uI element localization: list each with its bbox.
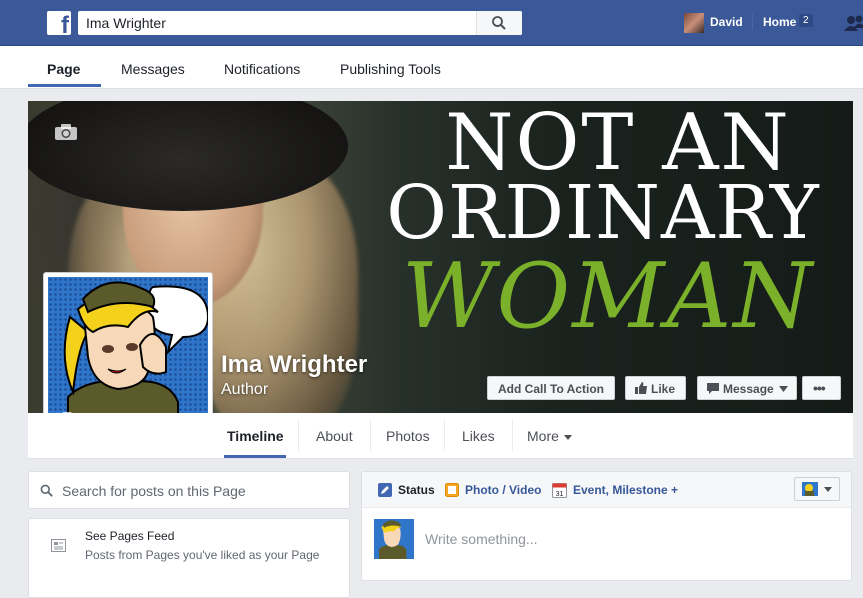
more-options-button[interactable]: ••• (802, 376, 841, 400)
search-icon (40, 484, 53, 497)
search-input[interactable]: Ima Wrighter (86, 15, 166, 31)
like-button[interactable]: Like (625, 376, 686, 400)
feed-icon (51, 539, 66, 552)
calendar-icon: 31 (552, 483, 567, 498)
tab-publishing-tools[interactable]: Publishing Tools (340, 61, 441, 77)
pages-feed-card[interactable]: See Pages Feed Posts from Pages you've l… (28, 518, 350, 598)
cover-title-line-2: ORDINARY (386, 170, 820, 256)
tab-status[interactable]: Status (398, 483, 435, 497)
tab-event-milestone[interactable]: Event, Milestone + (573, 483, 678, 497)
message-icon (707, 383, 719, 394)
friends-icon[interactable] (844, 15, 863, 31)
write-something-input[interactable]: Write something... (425, 531, 538, 547)
divider (512, 419, 513, 451)
divider (752, 14, 753, 30)
search-icon (492, 16, 506, 30)
divider (370, 419, 371, 451)
page-admin-nav: Page Messages Notifications Publishing T… (0, 46, 863, 89)
search-box[interactable]: Ima Wrighter (78, 11, 522, 35)
page-category[interactable]: Author (221, 381, 268, 399)
more-options-label: ••• (813, 380, 826, 396)
tab-photo-video[interactable]: Photo / Video (465, 483, 541, 497)
tab-page[interactable]: Page (47, 61, 80, 77)
chevron-down-icon (824, 487, 832, 492)
tab-more[interactable]: More (527, 428, 559, 444)
add-call-to-action-button[interactable]: Add Call To Action (487, 376, 615, 400)
page-name[interactable]: Ima Wrighter (221, 351, 367, 379)
top-bar: f Ima Wrighter David Home 2 (0, 0, 863, 46)
active-tab-indicator (28, 84, 101, 87)
chevron-down-icon (564, 435, 572, 440)
tab-about[interactable]: About (316, 428, 353, 444)
facebook-logo-icon[interactable]: f (47, 11, 71, 35)
divider (444, 419, 445, 451)
page-post-search[interactable]: Search for posts on this Page (28, 471, 350, 509)
post-composer: Status Photo / Video 31 Event, Milestone… (361, 471, 852, 581)
chevron-down-icon (779, 386, 788, 392)
user-name-link[interactable]: David (710, 15, 743, 29)
user-avatar[interactable] (684, 13, 704, 33)
message-button[interactable]: Message (697, 376, 797, 400)
divider (298, 419, 299, 451)
camera-icon[interactable] (54, 123, 78, 141)
tab-messages[interactable]: Messages (121, 61, 185, 77)
tab-timeline[interactable]: Timeline (227, 428, 284, 444)
message-label: Message (723, 382, 774, 396)
posting-as-selector[interactable] (794, 477, 840, 501)
page-post-search-input[interactable]: Search for posts on this Page (62, 483, 246, 499)
home-count-badge: 2 (799, 14, 813, 27)
cover-title-line-3: WOMAN (401, 244, 815, 349)
pencil-icon (378, 483, 392, 497)
tab-photos[interactable]: Photos (386, 428, 430, 444)
cta-label: Add Call To Action (498, 382, 604, 396)
page-avatar-icon (802, 482, 818, 496)
like-label: Like (651, 382, 676, 396)
home-link[interactable]: Home (763, 15, 796, 29)
see-pages-feed-link[interactable]: See Pages Feed (85, 529, 174, 543)
active-tab-indicator (224, 455, 286, 458)
composer-avatar (374, 519, 414, 559)
thumbs-up-icon (635, 382, 647, 394)
search-button[interactable] (476, 11, 522, 35)
svg-text:31: 31 (556, 491, 564, 498)
timeline-nav: Timeline About Photos Likes More (28, 413, 853, 459)
pages-feed-description: Posts from Pages you've liked as your Pa… (85, 548, 320, 562)
photo-icon (445, 483, 459, 497)
tab-notifications[interactable]: Notifications (224, 61, 300, 77)
tab-likes[interactable]: Likes (462, 428, 495, 444)
